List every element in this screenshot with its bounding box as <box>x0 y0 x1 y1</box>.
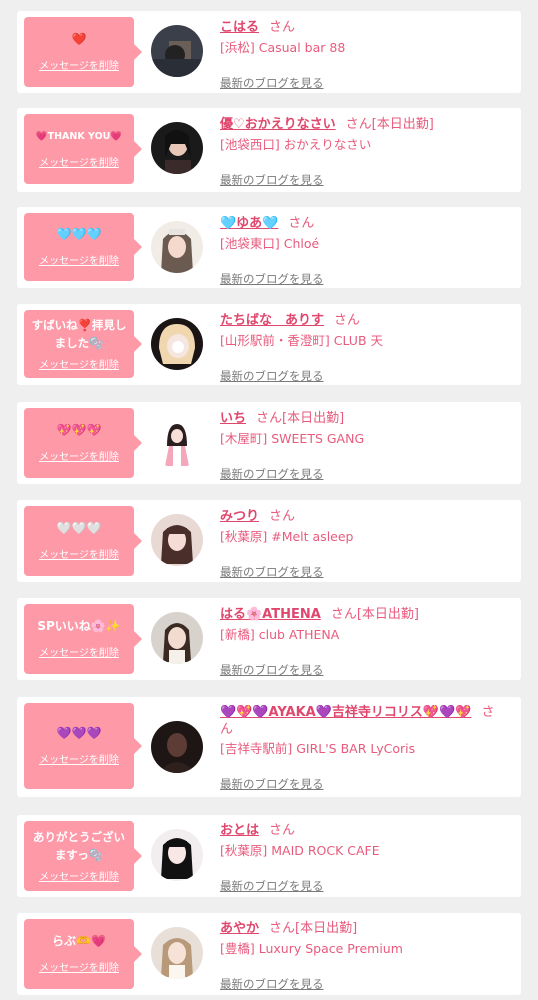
avatar[interactable] <box>151 221 203 273</box>
delete-message-link[interactable]: メッセージを削除 <box>39 959 119 974</box>
honorific: さん <box>334 313 361 328</box>
stamp-bubble: 💗THANK YOU💗 メッセージを削除 <box>24 114 142 184</box>
latest-blog-link[interactable]: 最新のブログを見る <box>220 662 324 678</box>
shop-label: [吉祥寺駅前] GIRL'S BAR LyCoris <box>220 741 416 756</box>
avatar[interactable] <box>151 514 203 566</box>
stamp-text: ❤️ <box>71 32 87 46</box>
honorific: さん <box>330 607 357 622</box>
stamp-text: 💗THANK YOU💗 <box>35 131 123 142</box>
avatar[interactable] <box>151 25 203 77</box>
delete-message-link[interactable]: メッセージを削除 <box>39 644 119 659</box>
stamp-bubble: 🤍🤍🤍 メッセージを削除 <box>24 506 142 576</box>
stamp-text: 💜💜💜 <box>56 726 102 740</box>
work-today-badge: [本日出勤] <box>295 921 358 936</box>
honorific: さん <box>269 823 296 838</box>
work-today-badge: [本日出勤] <box>282 411 345 426</box>
avatar[interactable] <box>151 721 203 773</box>
stamp-bubble: ありがとうござい ますっ🫧 メッセージを削除 <box>24 821 142 891</box>
cast-name-link[interactable]: 優♡おかえりなさい <box>220 117 336 132</box>
stamp-text: SPいいね🌸✨ <box>37 619 121 633</box>
message-list: ❤️ メッセージを削除 こはる さん [浜松] Casual bar 88 最新の… <box>0 0 538 1000</box>
avatar[interactable] <box>151 612 203 664</box>
stamp-text: 🤍🤍🤍 <box>56 521 102 535</box>
honorific: さん <box>269 509 296 524</box>
delete-message-link[interactable]: メッセージを削除 <box>39 356 119 371</box>
shop-label: [秋葉原] #Melt asleep <box>220 529 354 544</box>
shop-label: [浜松] Casual bar 88 <box>220 40 346 55</box>
work-today-badge: [本日出勤] <box>356 607 419 622</box>
shop-label: [秋葉原] MAID ROCK CAFE <box>220 843 380 858</box>
stamp-text: ありがとうござい ますっ🫧 <box>33 829 125 862</box>
latest-blog-link[interactable]: 最新のブログを見る <box>220 878 324 894</box>
stamp-bubble: らぶ🫶💗 メッセージを削除 <box>24 919 142 989</box>
delete-message-link[interactable]: メッセージを削除 <box>39 751 119 766</box>
honorific: さん <box>345 117 372 132</box>
stamp-bubble: すばいね❣️拝見し ました🫧 メッセージを削除 <box>24 310 142 378</box>
list-item: ありがとうござい ますっ🫧 メッセージを削除 おとは さん [秋葉原] MAID … <box>17 815 521 897</box>
list-item: ❤️ メッセージを削除 こはる さん [浜松] Casual bar 88 最新の… <box>17 11 521 93</box>
latest-blog-link[interactable]: 最新のブログを見る <box>220 466 324 482</box>
avatar[interactable] <box>151 927 203 979</box>
stamp-text: 💖💖💖 <box>56 423 102 437</box>
delete-message-link[interactable]: メッセージを削除 <box>39 448 119 463</box>
list-item: SPいいね🌸✨ メッセージを削除 はる🌸ATHENA さん[本日出勤] [新橋] … <box>17 598 521 680</box>
latest-blog-link[interactable]: 最新のブログを見る <box>220 564 324 580</box>
list-item: 💗THANK YOU💗 メッセージを削除 優♡おかえりなさい さん[本日出勤] [… <box>17 108 521 192</box>
stamp-bubble: 💜💜💜 メッセージを削除 <box>24 703 142 789</box>
delete-message-link[interactable]: メッセージを削除 <box>39 57 119 72</box>
cast-name-link[interactable]: あやか <box>220 921 259 936</box>
latest-blog-link[interactable]: 最新のブログを見る <box>220 368 324 384</box>
list-item: 💖💖💖 メッセージを削除 いち さん[本日出勤] [木屋町] SWEETS GAN… <box>17 402 521 484</box>
cast-name-link[interactable]: 🩵ゆあ🩵 <box>220 216 278 231</box>
delete-message-link[interactable]: メッセージを削除 <box>39 546 119 561</box>
avatar[interactable] <box>151 829 203 881</box>
list-item: 💜💜💜 メッセージを削除 💜💖💜AYAKA💜吉祥寺リコリス💖💜💖 さん [吉祥寺駅… <box>17 697 521 797</box>
cast-name-link[interactable]: おとは <box>220 823 259 838</box>
honorific: さん <box>256 411 283 426</box>
stamp-text: らぶ🫶💗 <box>52 934 106 948</box>
stamp-bubble: 💖💖💖 メッセージを削除 <box>24 408 142 478</box>
honorific: さん <box>288 216 315 231</box>
stamp-text: すばいね❣️拝見し ました🫧 <box>31 317 127 350</box>
honorific: さん <box>269 20 296 35</box>
work-today-badge: [本日出勤] <box>371 117 434 132</box>
latest-blog-link[interactable]: 最新のブログを見る <box>220 271 324 287</box>
stamp-bubble: 🩵🩵🩵 メッセージを削除 <box>24 213 142 281</box>
shop-label: [豊橋] Luxury Space Premium <box>220 941 403 956</box>
latest-blog-link[interactable]: 最新のブログを見る <box>220 172 324 188</box>
cast-name-link[interactable]: はる🌸ATHENA <box>220 607 321 622</box>
list-item: すばいね❣️拝見し ました🫧 メッセージを削除 たちばな ありす さん [山形駅前… <box>17 304 521 385</box>
honorific: さん <box>269 921 296 936</box>
shop-label: [池袋西口] おかえりなさい <box>220 137 372 152</box>
cast-name-link[interactable]: たちばな ありす <box>220 313 324 328</box>
shop-label: [山形駅前・香澄町] CLUB 天 <box>220 333 383 348</box>
delete-message-link[interactable]: メッセージを削除 <box>39 868 119 883</box>
cast-name-link[interactable]: 💜💖💜AYAKA💜吉祥寺リコリス💖💜💖 <box>220 705 472 720</box>
avatar[interactable] <box>151 416 203 468</box>
cast-name-link[interactable]: みつり <box>220 509 259 524</box>
stamp-bubble: ❤️ メッセージを削除 <box>24 17 142 87</box>
delete-message-link[interactable]: メッセージを削除 <box>39 252 119 267</box>
shop-label: [池袋東口] Chloé <box>220 236 320 251</box>
list-item: 🤍🤍🤍 メッセージを削除 みつり さん [秋葉原] #Melt asleep 最新… <box>17 500 521 582</box>
latest-blog-link[interactable]: 最新のブログを見る <box>220 976 324 992</box>
cast-name-link[interactable]: いち <box>220 411 246 426</box>
cast-name-link[interactable]: こはる <box>220 20 259 35</box>
stamp-bubble: SPいいね🌸✨ メッセージを削除 <box>24 604 142 674</box>
list-item: 🩵🩵🩵 メッセージを削除 🩵ゆあ🩵 さん [池袋東口] Chloé 最新のブログを… <box>17 207 521 288</box>
latest-blog-link[interactable]: 最新のブログを見る <box>220 776 324 792</box>
list-item: らぶ🫶💗 メッセージを削除 あやか さん[本日出勤] [豊橋] Luxury Sp… <box>17 913 521 995</box>
stamp-text: 🩵🩵🩵 <box>56 227 102 241</box>
latest-blog-link[interactable]: 最新のブログを見る <box>220 75 324 91</box>
shop-label: [木屋町] SWEETS GANG <box>220 431 365 446</box>
avatar[interactable] <box>151 122 203 174</box>
avatar[interactable] <box>151 318 203 370</box>
delete-message-link[interactable]: メッセージを削除 <box>39 154 119 169</box>
shop-label: [新橋] club ATHENA <box>220 627 340 642</box>
